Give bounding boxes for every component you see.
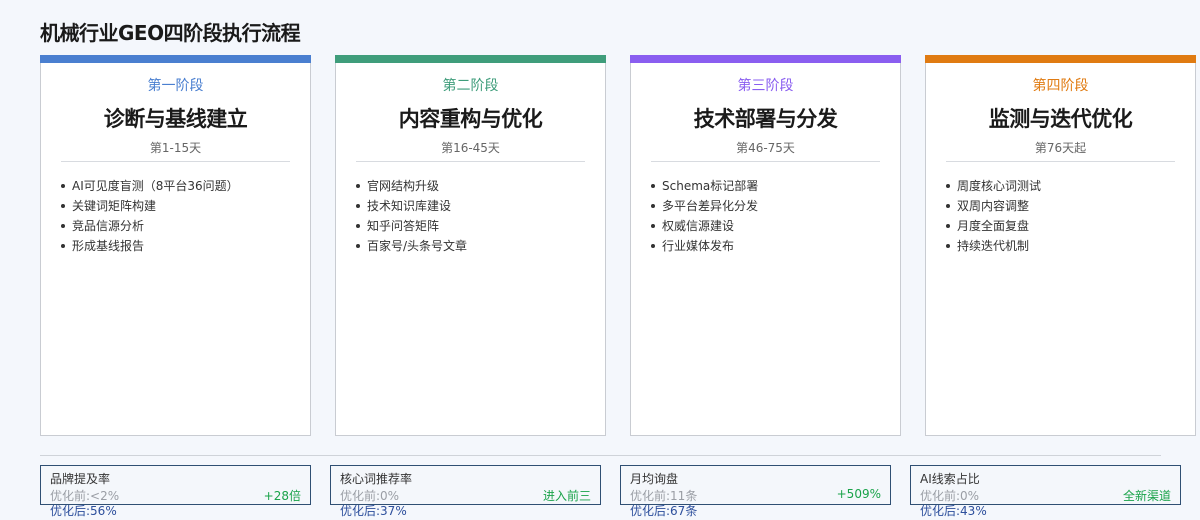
task-item: 关键词矩阵构建 bbox=[61, 196, 310, 216]
phase-label: 第三阶段 bbox=[737, 78, 794, 94]
task-item: 多平台差异化分发 bbox=[651, 196, 900, 216]
task-item: 百家号/头条号文章 bbox=[356, 236, 605, 256]
task-item: 官网结构升级 bbox=[356, 176, 605, 196]
phase-card-2: 第二阶段 内容重构与优化 第16-45天 官网结构升级 技术知识库建设 知乎问答… bbox=[335, 55, 606, 436]
section-divider bbox=[40, 455, 1161, 456]
phase-color-bar bbox=[40, 55, 311, 63]
metric-card-ai-lead-share: AI线索占比 优化前:0% 全新渠道 优化后:43% bbox=[910, 465, 1181, 518]
phase-label: 第一阶段 bbox=[147, 78, 204, 94]
task-item: Schema标记部署 bbox=[651, 176, 900, 196]
phase-color-bar bbox=[630, 55, 901, 63]
phase-name: 诊断与基线建立 bbox=[103, 107, 248, 131]
phase-card-3: 第三阶段 技术部署与分发 第46-75天 Schema标记部署 多平台差异化分发… bbox=[630, 55, 901, 436]
phase-label: 第二阶段 bbox=[442, 78, 499, 94]
phase-divider bbox=[61, 161, 290, 162]
phase-card-4: 第四阶段 监测与迭代优化 第76天起 周度核心词测试 双周内容调整 月度全面复盘… bbox=[925, 55, 1196, 436]
task-item: 行业媒体发布 bbox=[651, 236, 900, 256]
metric-after-value: 优化后:56% bbox=[50, 504, 117, 518]
page-title: 机械行业GEO四阶段执行流程 bbox=[40, 21, 301, 45]
metric-title: AI线索占比 bbox=[920, 472, 980, 486]
task-item: 双周内容调整 bbox=[946, 196, 1195, 216]
task-item: 技术知识库建设 bbox=[356, 196, 605, 216]
task-item: 持续迭代机制 bbox=[946, 236, 1195, 256]
metric-change: +509% bbox=[836, 487, 881, 501]
metric-card-keyword-recommend: 核心词推荐率 优化前:0% 进入前三 优化后:37% bbox=[330, 465, 601, 518]
phase-period: 第1-15天 bbox=[149, 141, 202, 155]
metric-change: 全新渠道 bbox=[1122, 489, 1171, 503]
task-item: 知乎问答矩阵 bbox=[356, 216, 605, 236]
task-list: AI可见度盲测（8平台36问题） 关键词矩阵构建 竞品信源分析 形成基线报告 bbox=[61, 176, 310, 256]
phase-period: 第46-75天 bbox=[736, 141, 795, 155]
phase-divider bbox=[356, 161, 585, 162]
metric-card-brand-mention: 品牌提及率 优化前:<2% +28倍 优化后:56% bbox=[40, 465, 311, 518]
phase-color-bar bbox=[335, 55, 606, 63]
task-item: 月度全面复盘 bbox=[946, 216, 1195, 236]
phase-name: 内容重构与优化 bbox=[398, 107, 543, 131]
phase-name: 技术部署与分发 bbox=[693, 107, 838, 131]
task-item: 形成基线报告 bbox=[61, 236, 310, 256]
phase-period: 第16-45天 bbox=[441, 141, 500, 155]
metric-title: 品牌提及率 bbox=[50, 472, 111, 486]
phase-color-bar bbox=[925, 55, 1196, 63]
metric-after-value: 优化后:43% bbox=[920, 504, 987, 518]
phase-divider bbox=[651, 161, 880, 162]
task-list: 周度核心词测试 双周内容调整 月度全面复盘 持续迭代机制 bbox=[946, 176, 1195, 256]
task-item: 竞品信源分析 bbox=[61, 216, 310, 236]
metric-change: 进入前三 bbox=[542, 489, 591, 503]
task-item: AI可见度盲测（8平台36问题） bbox=[61, 176, 310, 196]
phase-period: 第76天起 bbox=[1034, 141, 1087, 155]
task-list: Schema标记部署 多平台差异化分发 权威信源建设 行业媒体发布 bbox=[651, 176, 900, 256]
phase-name: 监测与迭代优化 bbox=[988, 107, 1133, 131]
task-list: 官网结构升级 技术知识库建设 知乎问答矩阵 百家号/头条号文章 bbox=[356, 176, 605, 256]
metric-after-value: 优化后:37% bbox=[340, 504, 407, 518]
metric-change: +28倍 bbox=[263, 489, 301, 503]
metric-title: 核心词推荐率 bbox=[340, 472, 413, 486]
metric-card-monthly-inquiry: 月均询盘 优化前:11条 +509% 优化后:67条 bbox=[620, 465, 891, 518]
phase-divider bbox=[946, 161, 1175, 162]
metric-after-value: 优化后:67条 bbox=[630, 504, 698, 518]
metric-title: 月均询盘 bbox=[630, 472, 679, 486]
task-item: 周度核心词测试 bbox=[946, 176, 1195, 196]
task-item: 权威信源建设 bbox=[651, 216, 900, 236]
phase-card-1: 第一阶段 诊断与基线建立 第1-15天 AI可见度盲测（8平台36问题） 关键词… bbox=[40, 55, 311, 436]
phase-label: 第四阶段 bbox=[1032, 78, 1089, 94]
